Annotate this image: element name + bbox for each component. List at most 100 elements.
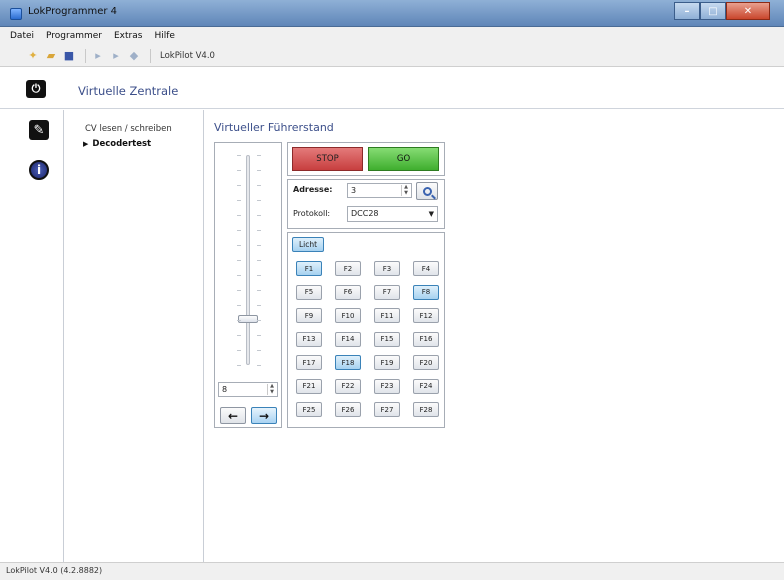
protocol-value: DCC28 — [351, 209, 379, 218]
function-button-f15[interactable]: F15 — [374, 331, 400, 347]
slider-tick — [257, 365, 261, 366]
menu-extras[interactable]: Extras — [114, 31, 142, 41]
function-button-f2[interactable]: F2 — [335, 261, 361, 276]
function-button-f11[interactable]: F11 — [374, 308, 400, 323]
function-button-f22[interactable]: F22 — [335, 378, 361, 394]
speed-input[interactable]: 8 ▲ ▼ — [218, 382, 278, 397]
function-button-f8[interactable]: F8 — [413, 284, 439, 300]
content-title: Virtueller Führerstand — [214, 121, 334, 134]
function-button-f23[interactable]: F23 — [374, 378, 400, 394]
save-icon[interactable]: ■ — [62, 49, 76, 63]
function-button-f21[interactable]: F21 — [296, 378, 322, 394]
slider-tick — [237, 170, 241, 171]
light-button[interactable]: Licht — [292, 237, 324, 252]
speed-slider-track[interactable] — [246, 155, 250, 365]
search-icon — [422, 186, 432, 196]
speed-spinner-icon[interactable]: ▲ ▼ — [267, 383, 276, 395]
stop-button[interactable]: STOP — [292, 147, 363, 171]
menu-datei[interactable]: Datei — [10, 31, 34, 41]
slider-tick — [237, 350, 241, 351]
new-file-icon[interactable]: ✦ — [26, 49, 40, 63]
function-button-f26[interactable]: F26 — [335, 402, 361, 417]
function-button-f13[interactable]: F13 — [296, 331, 322, 347]
toolbar-separator — [85, 48, 86, 63]
function-button-f25[interactable]: F25 — [296, 402, 322, 417]
address-input[interactable]: 3 ▲ ▼ — [347, 183, 412, 198]
function-button-f1[interactable]: F1 — [296, 261, 322, 276]
slider-tick — [257, 185, 261, 186]
slider-tick — [237, 320, 241, 321]
slider-tick — [257, 155, 261, 156]
wrench-icon[interactable]: ✎ — [29, 120, 49, 140]
function-button-f14[interactable]: F14 — [335, 331, 361, 347]
central-station-icon: ⏻ — [26, 80, 46, 98]
function-button-f24[interactable]: F24 — [413, 378, 439, 394]
open-folder-icon[interactable]: ▰ — [44, 49, 58, 63]
close-button[interactable]: ✕ — [726, 2, 770, 20]
slider-tick — [237, 230, 241, 231]
slider-tick — [257, 335, 261, 336]
nav-item-decodertest[interactable]: ▶ Decodertest — [83, 139, 151, 149]
read-icon[interactable]: ▸ — [91, 49, 105, 63]
function-button-f9[interactable]: F9 — [296, 308, 322, 323]
program-icon[interactable]: ◆ — [127, 49, 141, 63]
function-button-f4[interactable]: F4 — [413, 261, 439, 276]
slider-tick — [237, 215, 241, 216]
address-label: Adresse: — [293, 185, 333, 194]
slider-tick — [257, 230, 261, 231]
go-button[interactable]: GO — [368, 147, 439, 171]
address-spinner-icon[interactable]: ▲ ▼ — [401, 184, 410, 196]
window-controls: – □ ✕ — [674, 2, 770, 20]
function-panel: Licht F1 F2 F3 F4 F5 F6 F7 F8 F9 F10 F11 F12 F13 F14 F… — [287, 232, 445, 428]
slider-tick — [257, 200, 261, 201]
menu-bar: Datei Programmer Extras Hilfe — [0, 27, 784, 45]
write-icon[interactable]: ▸ — [109, 49, 123, 63]
info-icon[interactable]: i — [29, 160, 49, 180]
toolbar-separator — [150, 48, 151, 63]
status-bar: LokPilot V4.0 (4.2.8882) — [0, 562, 784, 580]
function-button-f19[interactable]: F19 — [374, 355, 400, 370]
page-title: Virtuelle Zentrale — [78, 84, 179, 98]
title-bar: LokProgrammer 4 – □ ✕ — [0, 0, 784, 27]
function-button-f12[interactable]: F12 — [413, 308, 439, 323]
decoder-label: LokPilot V4.0 — [160, 50, 215, 61]
function-button-f20[interactable]: F20 — [413, 355, 439, 370]
menu-hilfe[interactable]: Hilfe — [154, 31, 174, 41]
slider-tick — [257, 350, 261, 351]
minimize-button[interactable]: – — [674, 2, 700, 20]
nav-item-cv-read-write[interactable]: CV lesen / schreiben — [85, 124, 172, 134]
navigation-pane: CV lesen / schreiben ▶ Decodertest — [65, 110, 204, 562]
slider-tick — [237, 275, 241, 276]
slider-tick — [237, 290, 241, 291]
speed-value: 8 — [222, 385, 228, 394]
address-value: 3 — [351, 186, 357, 195]
maximize-button[interactable]: □ — [700, 2, 726, 20]
function-button-f10[interactable]: F10 — [335, 308, 361, 323]
direction-forward-button[interactable]: → — [251, 407, 277, 424]
function-button-f18[interactable]: F18 — [335, 355, 361, 370]
protocol-select[interactable]: DCC28 ▼ — [347, 206, 438, 222]
function-button-f16[interactable]: F16 — [413, 331, 439, 347]
function-button-f7[interactable]: F7 — [374, 284, 400, 300]
slider-tick — [237, 335, 241, 336]
function-button-f28[interactable]: F28 — [413, 402, 439, 417]
function-button-f6[interactable]: F6 — [335, 284, 361, 300]
function-button-f3[interactable]: F3 — [374, 261, 400, 276]
speed-slider-thumb[interactable] — [238, 314, 258, 323]
menu-programmer[interactable]: Programmer — [46, 31, 102, 41]
slider-tick — [237, 185, 241, 186]
function-button-f17[interactable]: F17 — [296, 355, 322, 370]
function-button-f5[interactable]: F5 — [296, 284, 322, 300]
nav-item-label: Decodertest — [92, 139, 152, 149]
direction-reverse-button[interactable]: ← — [220, 407, 246, 424]
slider-tick — [237, 260, 241, 261]
window-title: LokProgrammer 4 — [28, 6, 118, 17]
function-button-f27[interactable]: F27 — [374, 402, 400, 417]
slider-tick — [257, 245, 261, 246]
chevron-down-icon: ▼ — [428, 210, 434, 218]
slider-tick — [237, 200, 241, 201]
slider-tick — [257, 290, 261, 291]
app-icon — [10, 8, 22, 20]
search-address-button[interactable] — [416, 182, 438, 200]
slider-tick — [237, 305, 241, 306]
